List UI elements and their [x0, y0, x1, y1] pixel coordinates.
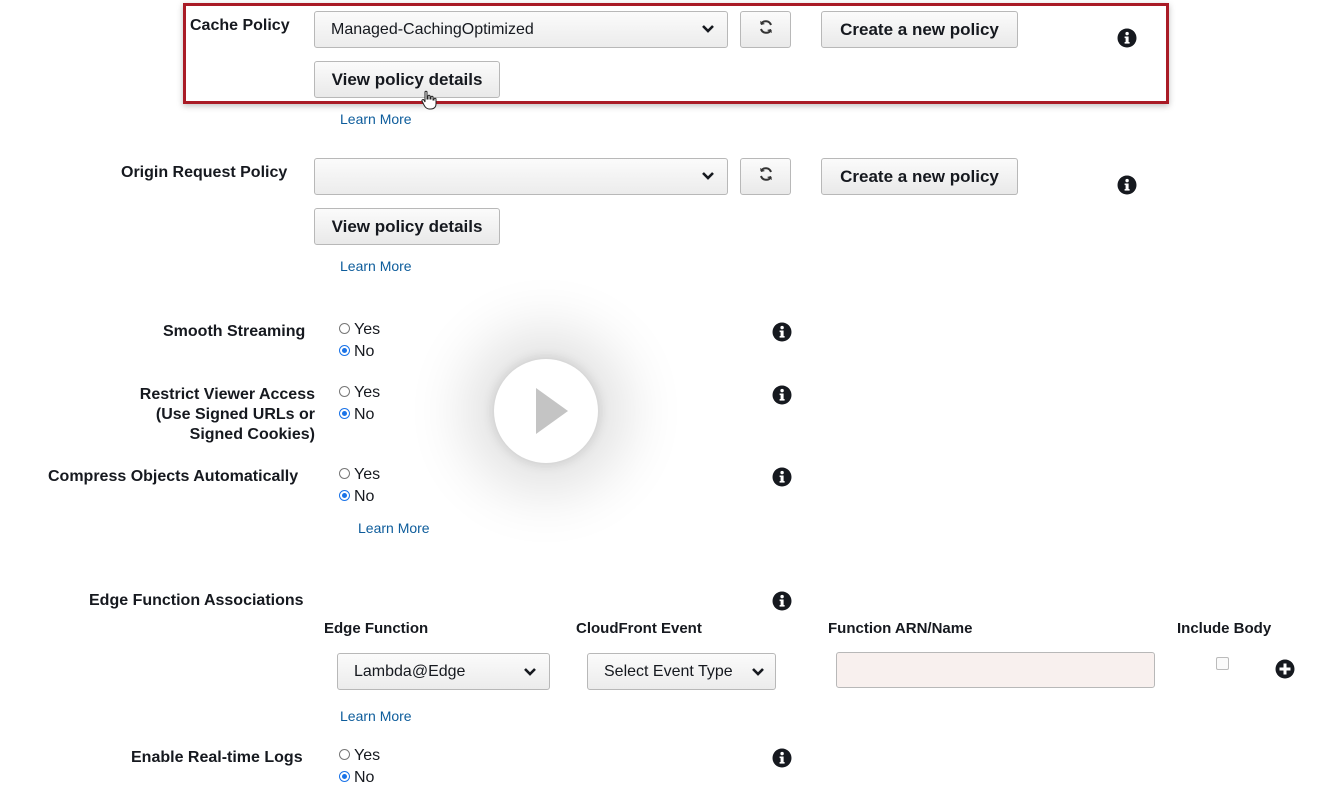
radio-button[interactable] — [339, 770, 350, 782]
radio-label: No — [354, 406, 375, 423]
refresh-icon — [758, 166, 774, 187]
edge-function-type-select[interactable]: Lambda@Edge — [337, 653, 550, 690]
edge-learn-more-link[interactable]: Learn More — [340, 708, 412, 724]
include-body-checkbox[interactable] — [1216, 657, 1229, 670]
highlight-box — [183, 3, 1169, 104]
cloudfront-event-placeholder: Select Event Type — [604, 663, 733, 680]
restrict-viewer-yes-radio[interactable]: Yes — [339, 383, 380, 403]
function-arn-input[interactable] — [836, 652, 1155, 688]
column-header-cloudfront-event: CloudFront Event — [576, 620, 702, 637]
radio-label: No — [354, 769, 375, 786]
chevron-down-icon — [701, 171, 715, 181]
compress-yes-radio[interactable]: Yes — [339, 465, 380, 485]
origin-request-policy-learn-more-link[interactable]: Learn More — [340, 258, 412, 274]
radio-label: Yes — [354, 384, 381, 401]
compress-no-radio[interactable]: No — [339, 487, 374, 507]
cache-policy-learn-more-link[interactable]: Learn More — [340, 111, 412, 127]
edge-function-associations-label: Edge Function Associations — [89, 592, 304, 609]
radio-button[interactable] — [339, 407, 350, 419]
radio-label: No — [354, 343, 375, 360]
info-icon[interactable] — [772, 322, 792, 342]
info-icon[interactable] — [772, 467, 792, 487]
radio-button[interactable] — [339, 344, 350, 356]
info-icon[interactable] — [772, 385, 792, 405]
cloudfront-event-select[interactable]: Select Event Type — [587, 653, 776, 690]
realtime-logs-label: Enable Real-time Logs — [131, 749, 303, 766]
radio-button[interactable] — [339, 322, 350, 334]
compress-learn-more-link[interactable]: Learn More — [358, 520, 430, 536]
info-icon[interactable] — [1117, 175, 1137, 195]
add-icon[interactable] — [1275, 659, 1295, 684]
realtime-logs-yes-radio[interactable]: Yes — [339, 746, 380, 766]
radio-button[interactable] — [339, 748, 350, 760]
refresh-origin-request-policy-button[interactable] — [740, 158, 791, 195]
column-header-include-body: Include Body — [1177, 620, 1272, 637]
radio-label: No — [354, 488, 375, 505]
origin-request-policy-label: Origin Request Policy — [121, 164, 288, 181]
restrict-viewer-no-radio[interactable]: No — [339, 405, 374, 425]
chevron-down-icon — [751, 667, 765, 677]
radio-label: Yes — [354, 321, 381, 338]
label-line: (Use Signed URLs or — [155, 406, 315, 423]
radio-label: Yes — [354, 466, 381, 483]
smooth-streaming-label: Smooth Streaming — [163, 323, 306, 340]
label-line: Restrict Viewer Access — [139, 386, 315, 403]
info-icon[interactable] — [772, 591, 792, 611]
origin-request-policy-select[interactable] — [314, 158, 728, 195]
label-line: Signed Cookies) — [189, 426, 315, 443]
smooth-streaming-yes-radio[interactable]: Yes — [339, 320, 380, 340]
play-button[interactable] — [494, 359, 598, 463]
edge-function-type-value: Lambda@Edge — [354, 663, 466, 680]
radio-button[interactable] — [339, 489, 350, 501]
smooth-streaming-no-radio[interactable]: No — [339, 342, 374, 362]
column-header-edge-function: Edge Function — [324, 620, 429, 637]
view-origin-request-policy-details-button[interactable]: View policy details — [314, 208, 500, 245]
radio-button[interactable] — [339, 385, 350, 397]
chevron-down-icon — [523, 667, 537, 677]
info-icon[interactable] — [772, 748, 792, 768]
radio-button[interactable] — [339, 467, 350, 479]
create-origin-request-policy-button[interactable]: Create a new policy — [821, 158, 1018, 195]
restrict-viewer-access-label: Restrict Viewer Access (Use Signed URLs … — [110, 385, 315, 445]
play-icon — [536, 388, 568, 434]
column-header-function-arn: Function ARN/Name — [828, 620, 973, 637]
hand-cursor-icon — [420, 90, 438, 115]
realtime-logs-no-radio[interactable]: No — [339, 768, 374, 788]
radio-label: Yes — [354, 747, 381, 764]
compress-objects-label: Compress Objects Automatically — [48, 468, 299, 485]
